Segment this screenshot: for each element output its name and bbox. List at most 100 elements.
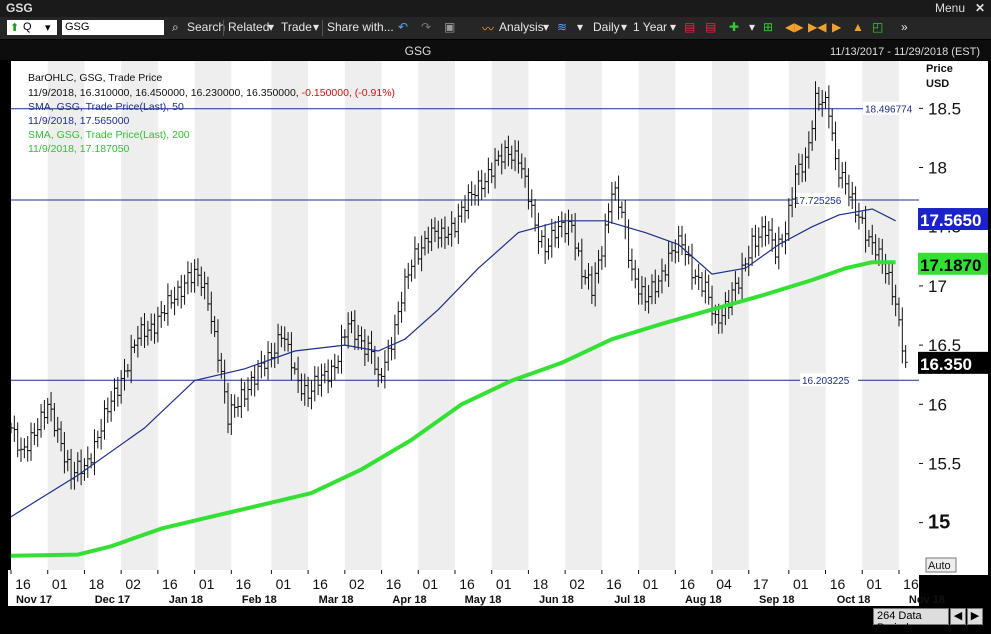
toolbar: ⬆ Q ▾ GSG ⌕ Search Related ▾ Trade ▾ Sha… xyxy=(0,17,991,39)
chevron-down-icon[interactable]: ▾ xyxy=(749,20,755,34)
y-tick-label: 15 xyxy=(928,512,950,534)
wave-icon[interactable]: ≋ xyxy=(557,20,567,34)
month-band xyxy=(638,61,676,570)
x-month-label: Feb 18 xyxy=(242,594,277,606)
zoom-icon[interactable]: ▶◀ xyxy=(808,20,826,34)
x-day-label: 01 xyxy=(643,576,659,592)
y-axis-title: Price xyxy=(926,63,953,75)
fit-icon[interactable]: ▲ xyxy=(852,20,864,34)
redo-icon[interactable]: ↷ xyxy=(421,20,431,34)
y-tick-label: 17 xyxy=(928,277,947,296)
compare-icon[interactable]: ▤ xyxy=(705,20,716,34)
trade-menu[interactable]: Trade xyxy=(281,20,312,34)
chevron-down-icon[interactable]: ▾ xyxy=(543,20,549,34)
y-axis-area xyxy=(919,61,988,575)
x-month-label: Dec 17 xyxy=(95,594,130,606)
legend-sma200-name: SMA, GSG, Trade Price(Last), 200 xyxy=(28,129,190,141)
window-title: GSG xyxy=(6,1,33,15)
x-month-label: Jun 18 xyxy=(539,594,574,606)
related-menu[interactable]: Related xyxy=(228,20,269,34)
legend-change-text: -0.150000, (-0.91%) xyxy=(302,87,395,99)
symbol-type-select[interactable]: ⬆ Q ▾ xyxy=(7,20,57,35)
menu-button[interactable]: Menu xyxy=(935,1,965,15)
x-day-label: 16 xyxy=(386,576,402,592)
scroll-left-icon[interactable]: ◀▶ xyxy=(785,20,803,34)
x-month-label: Sep 18 xyxy=(759,594,794,606)
analysis-icon[interactable]: 〰 xyxy=(482,20,494,37)
x-day-label: 16 xyxy=(15,576,31,592)
search-icon[interactable]: ⌕ xyxy=(172,20,179,35)
month-band xyxy=(712,61,749,570)
indicator-icon[interactable]: ⊞ xyxy=(763,20,773,34)
x-day-label: 01 xyxy=(793,576,809,592)
play-icon[interactable]: ▶ xyxy=(832,20,841,34)
data-period-label: 264 Data Period xyxy=(877,610,922,634)
scroll-left-button[interactable]: ◀ xyxy=(950,608,966,625)
x-month-label: Aug 18 xyxy=(685,594,722,606)
chevron-down-icon[interactable]: ▾ xyxy=(313,20,319,34)
bottom-bar: 264 Data Period ◀ ▶ xyxy=(0,606,991,634)
x-month-label: Nov 17 xyxy=(16,594,52,606)
price-chart[interactable]: GSG 11/13/2017 - 11/29/2018 (EST) 18.49677… xyxy=(0,40,991,606)
x-day-label: 16 xyxy=(162,576,178,592)
title-bar: GSG Menu ✕ xyxy=(0,0,991,17)
x-day-label: 02 xyxy=(569,576,585,592)
reference-line-label: 18.496774 xyxy=(865,105,913,116)
chevron-down-icon[interactable]: ▾ xyxy=(268,20,274,34)
x-day-label: 18 xyxy=(89,576,105,592)
month-band xyxy=(194,61,232,570)
expand-icon[interactable]: ◰ xyxy=(872,20,883,34)
x-month-label: Oct 18 xyxy=(837,594,871,606)
x-day-label: 16 xyxy=(903,576,919,592)
chart-type-icon[interactable]: ▤ xyxy=(684,20,695,34)
legend-sma50-value: 11/9/2018, 17.565000 xyxy=(28,115,130,127)
share-menu[interactable]: Share with... xyxy=(327,20,394,34)
crosshair-icon[interactable]: ✚ xyxy=(729,20,739,34)
x-day-label: 02 xyxy=(125,576,141,592)
x-month-label: May 18 xyxy=(465,594,502,606)
x-day-label: 04 xyxy=(716,576,732,592)
divider xyxy=(223,20,224,36)
month-band xyxy=(491,61,529,570)
symbol-input[interactable]: GSG xyxy=(62,20,164,35)
x-day-label: 01 xyxy=(199,576,215,592)
legend-values-text: 11/9/2018, 16.310000, 16.450000, 16.2300… xyxy=(28,87,302,99)
y-tick-label: 15.5 xyxy=(928,454,961,473)
camera-icon[interactable]: ▣ xyxy=(444,20,455,34)
chevron-down-icon[interactable]: ▾ xyxy=(577,20,583,34)
auto-scale-label: Auto xyxy=(928,560,951,572)
close-icon[interactable]: ✕ xyxy=(975,1,985,15)
month-band xyxy=(565,61,602,570)
y-axis-unit: USD xyxy=(926,78,949,90)
search-button[interactable]: Search xyxy=(187,20,225,34)
month-band xyxy=(862,61,899,570)
scroll-right-button[interactable]: ▶ xyxy=(967,608,983,625)
x-month-label: Mar 18 xyxy=(319,594,354,606)
symbol-input-value: GSG xyxy=(65,21,90,33)
x-day-label: 16 xyxy=(312,576,328,592)
x-day-label: 01 xyxy=(52,576,68,592)
period-select[interactable]: Daily xyxy=(593,20,620,34)
undo-icon[interactable]: ↶ xyxy=(398,20,408,34)
symbol-type-label: Q xyxy=(23,21,32,33)
more-icon[interactable]: » xyxy=(901,20,908,34)
chart-title: GSG xyxy=(405,44,432,58)
x-day-label: 16 xyxy=(830,576,846,592)
chart-panel: GSG 11/13/2017 - 11/29/2018 (EST) 18.49677… xyxy=(0,40,991,611)
app-window: GSG Menu ✕ ⬆ Q ▾ GSG ⌕ Search Related ▾ … xyxy=(0,0,991,634)
month-band xyxy=(344,61,382,570)
date-range: 11/13/2017 - 11/29/2018 (EST) xyxy=(830,46,980,58)
x-day-label: 17 xyxy=(753,576,769,592)
range-select[interactable]: 1 Year xyxy=(633,20,667,34)
reference-line-label: 16.203225 xyxy=(802,376,850,387)
analysis-menu[interactable]: Analysis xyxy=(499,20,544,34)
y-tick-label: 16 xyxy=(928,395,947,414)
x-day-label: 01 xyxy=(496,576,512,592)
chevron-down-icon: ▾ xyxy=(45,22,51,34)
legend-sma200-value: 11/9/2018, 17.187050 xyxy=(28,143,130,155)
reference-line-label: 17.725256 xyxy=(794,196,842,207)
data-period-select[interactable]: 264 Data Period xyxy=(873,608,949,634)
chevron-down-icon[interactable]: ▾ xyxy=(621,20,627,34)
chevron-down-icon[interactable]: ▾ xyxy=(670,20,676,34)
month-band xyxy=(788,61,826,570)
